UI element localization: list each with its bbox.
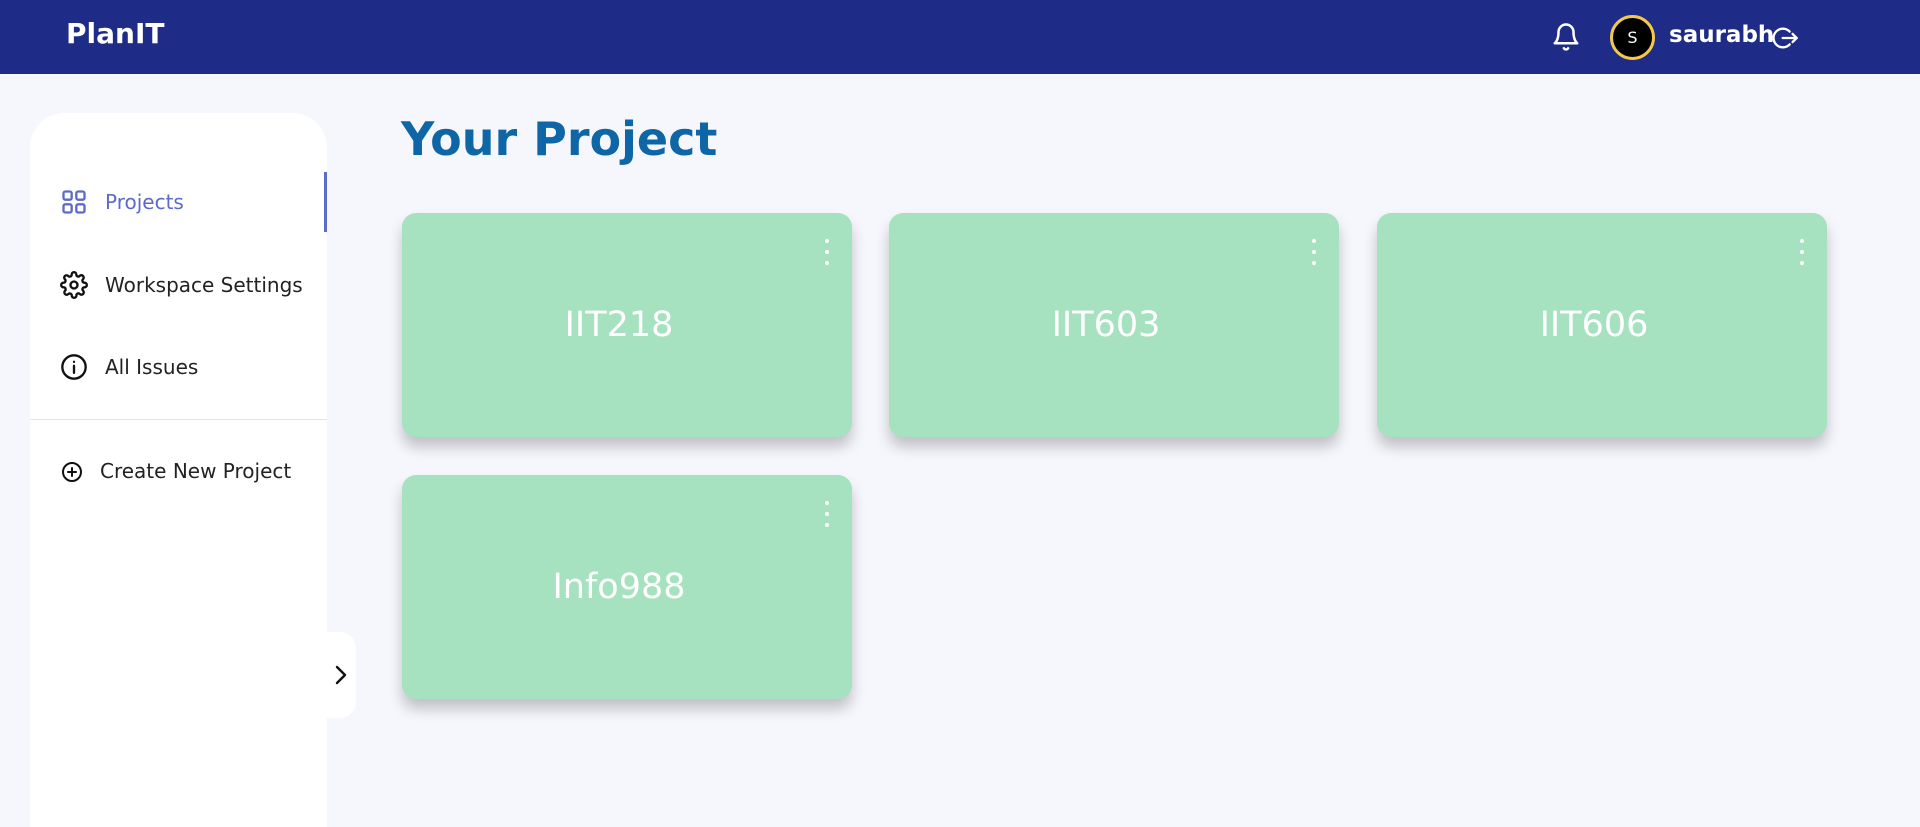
project-name: IIT603: [1051, 305, 1161, 345]
sidebar-divider: [30, 419, 327, 420]
chevron-right-icon: [335, 665, 347, 685]
create-new-project-label: Create New Project: [100, 459, 292, 483]
gear-icon: [60, 271, 88, 299]
plus-circle-icon: [62, 462, 82, 482]
project-card[interactable]: Info988: [402, 475, 852, 699]
grid-icon: [62, 190, 86, 214]
logout-icon[interactable]: [1771, 24, 1799, 52]
app-logo[interactable]: PlanIT: [66, 17, 164, 50]
project-card[interactable]: IIT603: [889, 213, 1339, 437]
avatar[interactable]: S: [1610, 15, 1655, 60]
sidebar-toggle-button[interactable]: [326, 632, 356, 718]
sidebar-item-all-issues[interactable]: All Issues: [30, 337, 327, 397]
project-card[interactable]: IIT218: [402, 213, 852, 437]
username: saurabh: [1669, 22, 1775, 48]
sidebar-item-label: Projects: [105, 190, 184, 214]
sidebar-item-label: Workspace Settings: [105, 273, 303, 297]
create-new-project-button[interactable]: Create New Project: [30, 441, 327, 501]
project-name: Info988: [552, 567, 686, 607]
sidebar: Projects Workspace Settings All Issues C…: [30, 113, 327, 827]
top-bar: PlanIT S saurabh: [0, 0, 1920, 74]
info-icon: [61, 354, 87, 380]
sidebar-item-label: All Issues: [105, 355, 199, 379]
sidebar-item-workspace-settings[interactable]: Workspace Settings: [30, 255, 327, 315]
project-name: IIT218: [564, 305, 674, 345]
sidebar-item-projects[interactable]: Projects: [30, 172, 327, 232]
page-title: Your Project: [401, 112, 718, 166]
bell-icon[interactable]: [1551, 21, 1581, 53]
project-card[interactable]: IIT606: [1377, 213, 1827, 437]
project-name: IIT606: [1539, 305, 1649, 345]
